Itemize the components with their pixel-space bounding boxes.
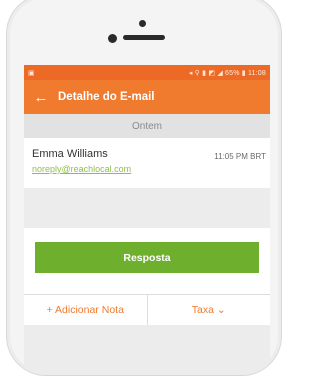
date-header-label: Ontem xyxy=(131,120,162,132)
tag-dropdown-button[interactable]: Taxa ⌄ xyxy=(146,295,271,325)
arrow-left-icon[interactable]: ← xyxy=(24,89,58,106)
camera-icon xyxy=(139,20,146,27)
phone-screen: ▣ ◂ ⚲ ▮ ◩ ◢ 65% ▮ 11:08 ← Detalhe do E-m… xyxy=(24,65,270,375)
spacer xyxy=(24,188,270,228)
sender-name: Emma Williams xyxy=(32,148,108,160)
page-title: Detalhe do E-mail xyxy=(58,91,155,103)
sensor-icon xyxy=(108,34,117,43)
date-header: Ontem xyxy=(24,114,270,138)
status-bar-indicators: ◂ ⚲ ▮ ◩ ◢ 65% ▮ 11:08 xyxy=(188,69,266,77)
add-note-button[interactable]: + Adicionar Nota xyxy=(24,295,147,325)
reply-button[interactable]: Resposta xyxy=(35,242,259,273)
android-icon: ▣ xyxy=(28,69,35,77)
earpiece-speaker xyxy=(123,35,165,40)
bottom-actions: + Adicionar Nota Taxa ⌄ xyxy=(24,294,270,325)
status-bar: ▣ ◂ ⚲ ▮ ◩ ◢ 65% ▮ 11:08 xyxy=(24,65,270,80)
phone-frame: ▣ ◂ ⚲ ▮ ◩ ◢ 65% ▮ 11:08 ← Detalhe do E-m… xyxy=(6,0,282,376)
message-card[interactable]: Emma Williams noreply@reachlocal.com 11:… xyxy=(24,138,270,188)
sender-email-link[interactable]: noreply@reachlocal.com xyxy=(32,164,131,174)
app-bar: ← Detalhe do E-mail xyxy=(24,80,270,114)
reply-area: Resposta xyxy=(24,228,270,294)
message-time: 11:05 PM BRT xyxy=(214,152,266,161)
